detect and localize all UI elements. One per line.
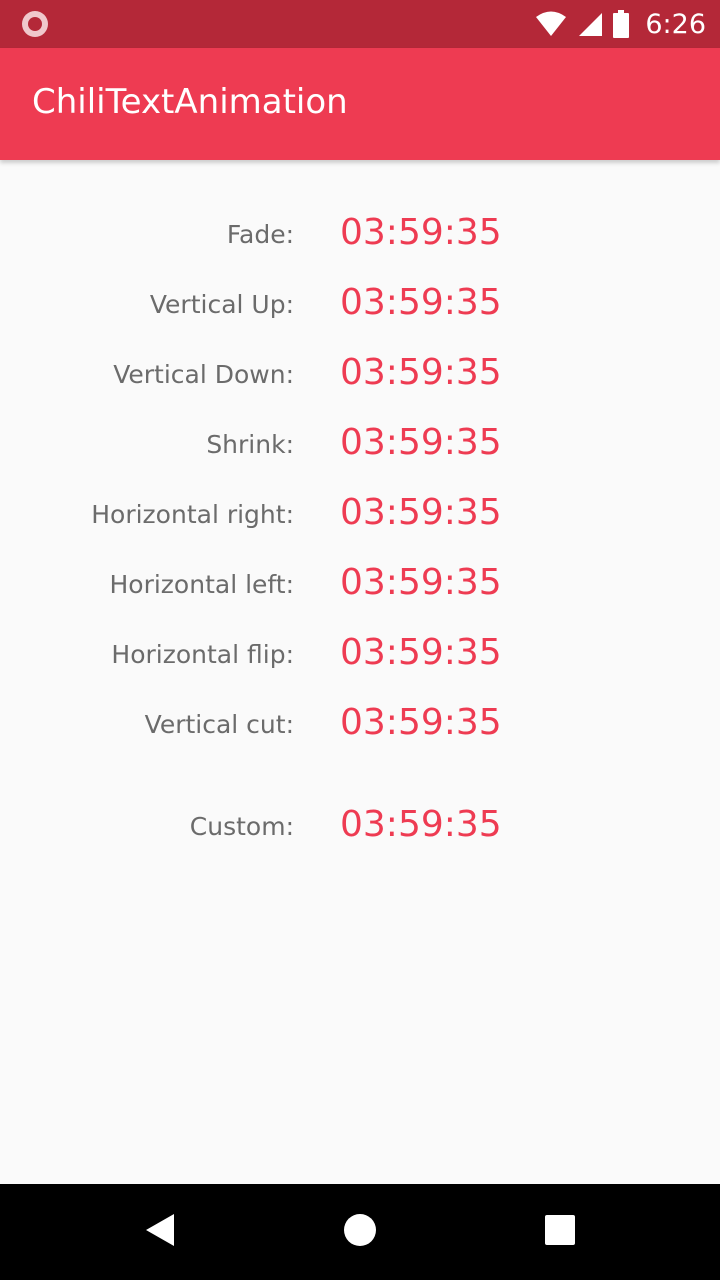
- countdown-value: 03:59:35: [340, 562, 502, 603]
- countdown-value: 03:59:35: [340, 212, 502, 253]
- status-icons: 6:26: [535, 0, 706, 48]
- row-horizontal-right: Horizontal right: 03:59:35: [0, 486, 720, 546]
- row-vertical-down: Vertical Down: 03:59:35: [0, 346, 720, 406]
- app-screen: 6:26 ChiliTextAnimation Fade: 03:59:35 V…: [0, 0, 720, 1280]
- app-title: ChiliTextAnimation: [32, 82, 348, 122]
- back-icon: [144, 1213, 176, 1251]
- signal-icon: [577, 11, 603, 37]
- row-label: Vertical Up:: [149, 290, 294, 319]
- row-label: Fade:: [226, 220, 294, 249]
- row-horizontal-left: Horizontal left: 03:59:35: [0, 556, 720, 616]
- countdown-value: 03:59:35: [340, 492, 502, 533]
- notification-icon: [22, 11, 48, 37]
- row-label: Shrink:: [206, 430, 294, 459]
- row-vertical-up: Vertical Up: 03:59:35: [0, 276, 720, 336]
- row-vertical-cut: Vertical cut: 03:59:35: [0, 696, 720, 756]
- app-bar: ChiliTextAnimation: [0, 48, 720, 160]
- status-bar: 6:26: [0, 0, 720, 48]
- countdown-value: 03:59:35: [340, 282, 502, 323]
- status-time: 6:26: [645, 8, 706, 40]
- countdown-value: 03:59:35: [340, 352, 502, 393]
- row-fade: Fade: 03:59:35: [0, 206, 720, 266]
- row-horizontal-flip: Horizontal flip: 03:59:35: [0, 626, 720, 686]
- row-shrink: Shrink: 03:59:35: [0, 416, 720, 476]
- back-button[interactable]: [100, 1184, 220, 1280]
- row-label: Horizontal left:: [109, 570, 294, 599]
- home-icon: [343, 1213, 377, 1251]
- row-label: Horizontal right:: [91, 500, 294, 529]
- wifi-icon: [535, 11, 567, 37]
- row-label: Vertical cut:: [144, 710, 294, 739]
- row-label: Custom:: [189, 812, 294, 841]
- navigation-bar: [0, 1184, 720, 1280]
- row-label: Horizontal flip:: [111, 640, 294, 669]
- countdown-value: 03:59:35: [340, 804, 502, 845]
- battery-icon: [613, 10, 630, 38]
- recent-apps-icon: [545, 1215, 575, 1249]
- recent-apps-button[interactable]: [500, 1184, 620, 1280]
- countdown-value: 03:59:35: [340, 702, 502, 743]
- home-button[interactable]: [300, 1184, 420, 1280]
- countdown-value: 03:59:35: [340, 632, 502, 673]
- countdown-value: 03:59:35: [340, 422, 502, 463]
- row-custom: Custom: 03:59:35: [0, 798, 720, 858]
- row-label: Vertical Down:: [113, 360, 294, 389]
